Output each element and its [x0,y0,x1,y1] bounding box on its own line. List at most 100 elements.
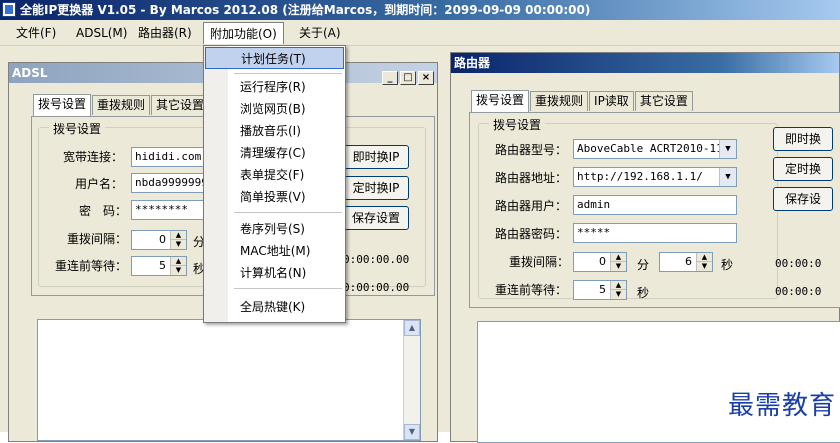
adsl-timer-1: 0:00:00.00 [343,253,410,266]
router-redial-min-stepper[interactable]: 0 ▲ ▼ [573,252,627,272]
redial-interval-stepper[interactable]: 0 ▲ ▼ [131,230,187,250]
tab-ip-read[interactable]: IP读取 [589,91,634,111]
router-instant-change-button[interactable]: 即时换 [773,127,833,151]
connection-label: 宽带连接： [63,150,124,164]
minimize-button[interactable]: _ [382,71,398,85]
spin-up-icon[interactable]: ▲ [171,231,186,240]
router-model-value: AboveCable ACRT2010-11 [577,142,723,155]
chevron-down-icon[interactable]: ▼ [719,140,736,158]
menu-item-play-music[interactable]: 播放音乐(I) [205,120,344,142]
adsl-log-area[interactable]: ▲ ▼ [37,319,421,441]
username-field[interactable]: nbda9999999 [131,173,205,193]
router-password-label: 路由器密码： [495,227,568,241]
menu-file[interactable]: 文件(F) [10,22,62,44]
menu-item-volume-serial[interactable]: 卷序列号(S) [205,218,344,240]
watermark-text: 最需教育 [727,391,836,421]
menu-bar: 文件(F) ADSL(M) 路由器(R) 附加功能(O) 关于(A) [0,20,840,46]
password-label: 密 码： [79,204,128,218]
title-bar: 全能IP更换器 V1.05 - By Marcos 2012.08 (注册给Ma… [0,0,840,20]
adsl-timer-2: 0:00:00.00 [343,281,410,294]
menu-item-run-program[interactable]: 运行程序(R) [205,76,344,98]
spin-down-icon[interactable]: ▼ [611,290,626,299]
tab-other-settings[interactable]: 其它设置 [634,91,693,111]
password-field[interactable]: ******** [131,200,205,220]
log-scrollbar[interactable]: ▲ ▼ [403,320,420,440]
spin-up-icon[interactable]: ▲ [611,253,626,262]
menu-addons[interactable]: 附加功能(O) [203,22,284,44]
menu-adsl[interactable]: ADSL(M) [70,22,133,44]
spin-down-icon[interactable]: ▼ [171,240,186,249]
menu-item-computer-name[interactable]: 计算机名(N) [205,262,344,284]
close-button[interactable]: × [418,71,434,85]
spin-up-icon[interactable]: ▲ [171,257,186,266]
router-user-label: 路由器用户： [495,199,568,213]
wait-before-stepper[interactable]: 5 ▲ ▼ [131,256,187,276]
app-icon [2,2,16,17]
group-label: 拨号设置 [489,116,546,133]
second-unit: 秒 [721,258,734,272]
router-redial-interval-label: 重拨间隔： [509,255,570,269]
menu-item-simple-vote[interactable]: 简单投票(V) [205,186,344,208]
second-unit: 秒 [637,286,650,300]
spin-down-icon[interactable]: ▼ [171,266,186,275]
chevron-down-icon[interactable]: ▼ [719,168,736,186]
router-model-select[interactable]: AboveCable ACRT2010-11 ▼ [573,139,737,159]
mdi-workspace: ADSL _ □ × 拨号设置 重拨规则 其它设置 拨号设置 宽带连接： hidid… [0,46,840,443]
menu-router[interactable]: 路由器(R) [132,22,198,44]
router-model-label: 路由器型号： [495,143,568,157]
timed-change-ip-button[interactable]: 定时换IP [343,176,409,200]
menu-separator [234,212,342,213]
group-label: 拨号设置 [49,120,106,137]
menu-separator [234,73,342,74]
menu-item-clear-cache[interactable]: 清理缓存(C) [205,142,344,164]
wait-before-label: 重连前等待： [55,259,128,273]
spin-down-icon[interactable]: ▼ [697,262,712,271]
wait-before-value: 5 [159,259,166,272]
router-address-select[interactable]: http://192.168.1.1/ ▼ [573,167,737,187]
scroll-up-icon[interactable]: ▲ [404,320,420,336]
tab-other-settings[interactable]: 其它设置 [151,95,210,115]
menu-about[interactable]: 关于(A) [293,22,347,44]
menu-item-global-hotkey[interactable]: 全局热键(K) [205,296,344,318]
menu-item-scheduled-task[interactable]: 计划任务(T) [205,47,344,69]
router-address-value: http://192.168.1.1/ [577,170,703,183]
router-wait-before-stepper[interactable]: 5 ▲ ▼ [573,280,627,300]
menu-separator [234,288,342,289]
menu-item-form-submit[interactable]: 表单提交(F) [205,164,344,186]
router-redial-sec-stepper[interactable]: 6 ▲ ▼ [659,252,713,272]
router-window: 路由器 拨号设置 重拨规则 IP读取 其它设置 拨号设置 路由器型号： Abov… [450,52,840,443]
router-log-area[interactable] [477,321,840,443]
adsl-title: ADSL [12,66,48,80]
router-title: 路由器 [454,56,491,70]
spin-up-icon[interactable]: ▲ [697,253,712,262]
redial-interval-value: 0 [159,233,166,246]
router-user-field[interactable]: admin [573,195,737,215]
router-password-field[interactable]: ***** [573,223,737,243]
tab-redial-rules[interactable]: 重拨规则 [530,91,589,111]
adsl-tabs: 拨号设置 重拨规则 其它设置 [33,94,210,117]
tab-dial-settings[interactable]: 拨号设置 [33,94,92,116]
router-wait-before-value: 5 [599,283,606,296]
window-title: 全能IP更换器 V1.05 - By Marcos 2012.08 (注册给Ma… [20,3,591,17]
router-timer-2: 00:00:0 [775,285,822,298]
router-timed-change-button[interactable]: 定时换 [773,157,833,181]
spin-up-icon[interactable]: ▲ [611,281,626,290]
menu-item-mac-address[interactable]: MAC地址(M) [205,240,344,262]
router-tabs: 拨号设置 重拨规则 IP读取 其它设置 [471,90,694,113]
addons-dropdown-menu: 计划任务(T) 运行程序(R) 浏览网页(B) 播放音乐(I) 清理缓存(C) … [203,45,346,323]
router-save-button[interactable]: 保存设 [773,187,833,211]
router-redial-sec-value: 6 [685,255,692,268]
username-label: 用户名： [75,177,124,191]
menu-item-browse-web[interactable]: 浏览网页(B) [205,98,344,120]
scroll-down-icon[interactable]: ▼ [404,424,420,440]
router-title-bar: 路由器 [451,53,839,73]
spin-down-icon[interactable]: ▼ [611,262,626,271]
redial-interval-label: 重拨间隔： [67,232,128,246]
connection-field[interactable]: hididi.com [131,147,205,167]
instant-change-ip-button[interactable]: 即时换IP [343,145,409,169]
save-settings-button[interactable]: 保存设置 [343,206,409,230]
tab-redial-rules[interactable]: 重拨规则 [92,95,151,115]
router-redial-min-value: 0 [599,255,606,268]
tab-dial-settings[interactable]: 拨号设置 [471,90,530,112]
maximize-button[interactable]: □ [400,71,416,85]
